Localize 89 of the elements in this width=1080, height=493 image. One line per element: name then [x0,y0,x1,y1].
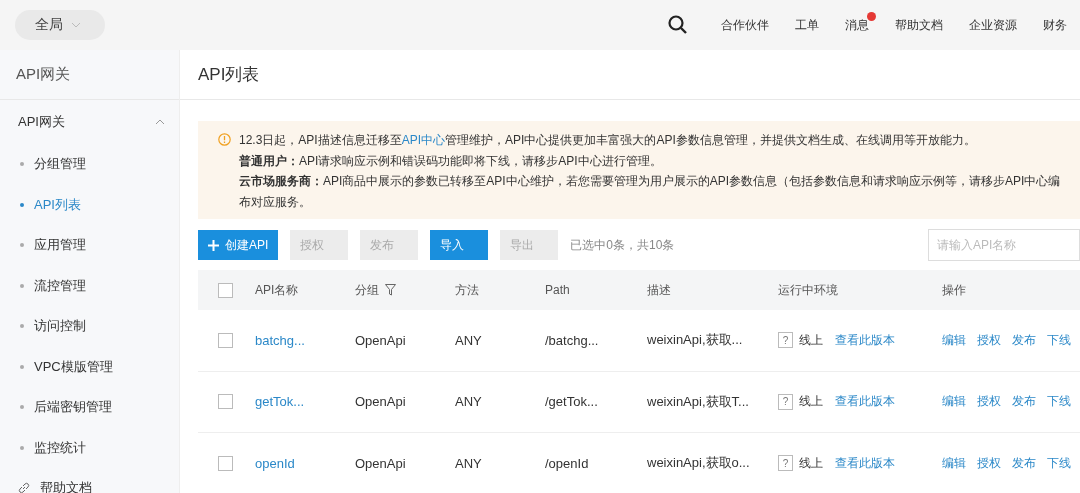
notice-text: 云市场服务商：API商品中展示的参数已转移至API中心维护，若您需要管理为用户展示的API参数信息（包括参数信息和请求响应示例等，请移步API中心编 [239,173,1061,190]
column-header: 操作 [942,281,966,299]
checkbox[interactable] [218,282,233,298]
sidebar-item[interactable]: API列表 [0,184,179,225]
action-link[interactable]: 授权 [977,454,1001,472]
table-cell: OpenApi [355,394,406,410]
nav-link[interactable]: 消息 [832,16,882,34]
page-title: API列表 [180,50,1080,100]
table-cell: OpenApi [355,332,406,348]
plus-icon [208,239,219,251]
toolbar-button[interactable]: 导入 [430,230,489,260]
column-header: 方法 [455,281,479,299]
sidebar-item[interactable]: 后端密钥管理 [0,387,179,428]
column-header: 运行中环境 [778,281,838,299]
action-link[interactable]: 编辑 [942,454,966,472]
version-link[interactable]: 查看此版本 [835,393,895,411]
search-field[interactable]: 请输入API名称 [928,229,1080,261]
bullet-icon [20,162,24,167]
bullet-icon [20,243,24,248]
help-icon[interactable]: ? [778,455,793,472]
sidebar-item[interactable]: 流控管理 [0,265,179,306]
table-cell: 线上 [799,454,823,472]
notice-text: 12.3日起，API描述信息迁移至API中心管理维护，API中心提供更加丰富强大的API参数信息管理，并提供文档生成、在线调用等开放能力。 [239,132,977,149]
api-name-link[interactable]: openId [255,455,295,471]
column-header: API名称 [255,281,299,299]
bullet-icon [20,445,24,450]
action-link[interactable]: 编辑 [942,393,966,411]
bullet-icon [20,405,24,410]
sidebar-title: API网关 [0,50,179,100]
bullet-icon [20,364,24,369]
sidebar-item[interactable]: VPC模版管理 [0,346,179,387]
table-cell: OpenApi [355,455,406,471]
nav-link[interactable]: 合作伙伴 [708,16,782,34]
bullet-icon [20,324,24,329]
nav-link[interactable]: 企业资源 [956,16,1030,34]
version-link[interactable]: 查看此版本 [835,331,895,349]
action-link[interactable]: 授权 [977,393,1001,411]
api-name-link[interactable]: batchg... [255,332,305,348]
column-header: 分组 [355,281,379,299]
chevron-up-icon [155,119,165,125]
scope-dropdown[interactable]: 全局 [15,10,105,40]
help-icon[interactable]: ? [778,332,793,349]
action-link[interactable]: 下线 [1047,393,1071,411]
column-header: 描述 [647,281,671,299]
api-center-link[interactable]: API中心 [401,133,446,147]
sidebar-item[interactable]: 分组管理 [0,144,179,185]
table-cell: ANY [455,394,482,410]
action-link[interactable]: 发布 [1012,454,1036,472]
action-link[interactable]: 授权 [977,331,1001,349]
table-cell: weixinApi,获取o... [647,454,750,473]
nav-link[interactable]: 帮助文档 [882,16,956,34]
notice-text: 布对应服务。 [239,193,312,211]
chevron-down-icon [71,22,81,28]
nav-link[interactable]: 财务 [1030,16,1080,34]
checkbox[interactable] [218,394,233,410]
search-icon[interactable] [668,15,688,35]
table-cell: /getTok... [545,394,598,410]
table-cell: 线上 [799,393,823,411]
link-icon [18,482,30,493]
action-link[interactable]: 发布 [1012,393,1036,411]
nav-link[interactable]: 工单 [782,16,832,34]
bullet-icon [20,283,24,288]
action-link[interactable]: 发布 [1012,331,1036,349]
selection-count: 已选中0条，共10条 [570,236,675,254]
table-cell: 线上 [799,331,823,349]
toolbar-button[interactable]: 创建API [198,230,279,260]
column-header: Path [545,283,570,297]
table-cell: weixinApi,获取T... [647,392,749,411]
sidebar-item[interactable]: 监控统计 [0,427,179,468]
sidebar-group[interactable]: API网关 [0,100,179,144]
action-link[interactable]: 下线 [1047,454,1071,472]
sidebar-item[interactable]: 应用管理 [0,225,179,266]
table-cell: ANY [455,332,482,348]
notice-text: 普通用户：API请求响应示例和错误码功能即将下线，请移步API中心进行管理。 [239,152,663,170]
table-cell: weixinApi,获取... [647,331,743,350]
table-cell: /openId [545,455,589,471]
action-link[interactable]: 编辑 [942,331,966,349]
table-cell: ANY [455,455,482,471]
sidebar-item[interactable]: 访问控制 [0,306,179,347]
api-name-link[interactable]: getTok... [255,394,305,410]
bullet-icon [20,202,24,207]
version-link[interactable]: 查看此版本 [835,454,895,472]
action-link[interactable]: 下线 [1047,331,1071,349]
table-cell: /batchg... [545,332,599,348]
warning-icon [218,133,231,146]
help-icon[interactable]: ? [778,393,793,410]
filter-icon[interactable] [385,284,396,296]
checkbox[interactable] [218,332,233,348]
checkbox[interactable] [218,455,233,471]
